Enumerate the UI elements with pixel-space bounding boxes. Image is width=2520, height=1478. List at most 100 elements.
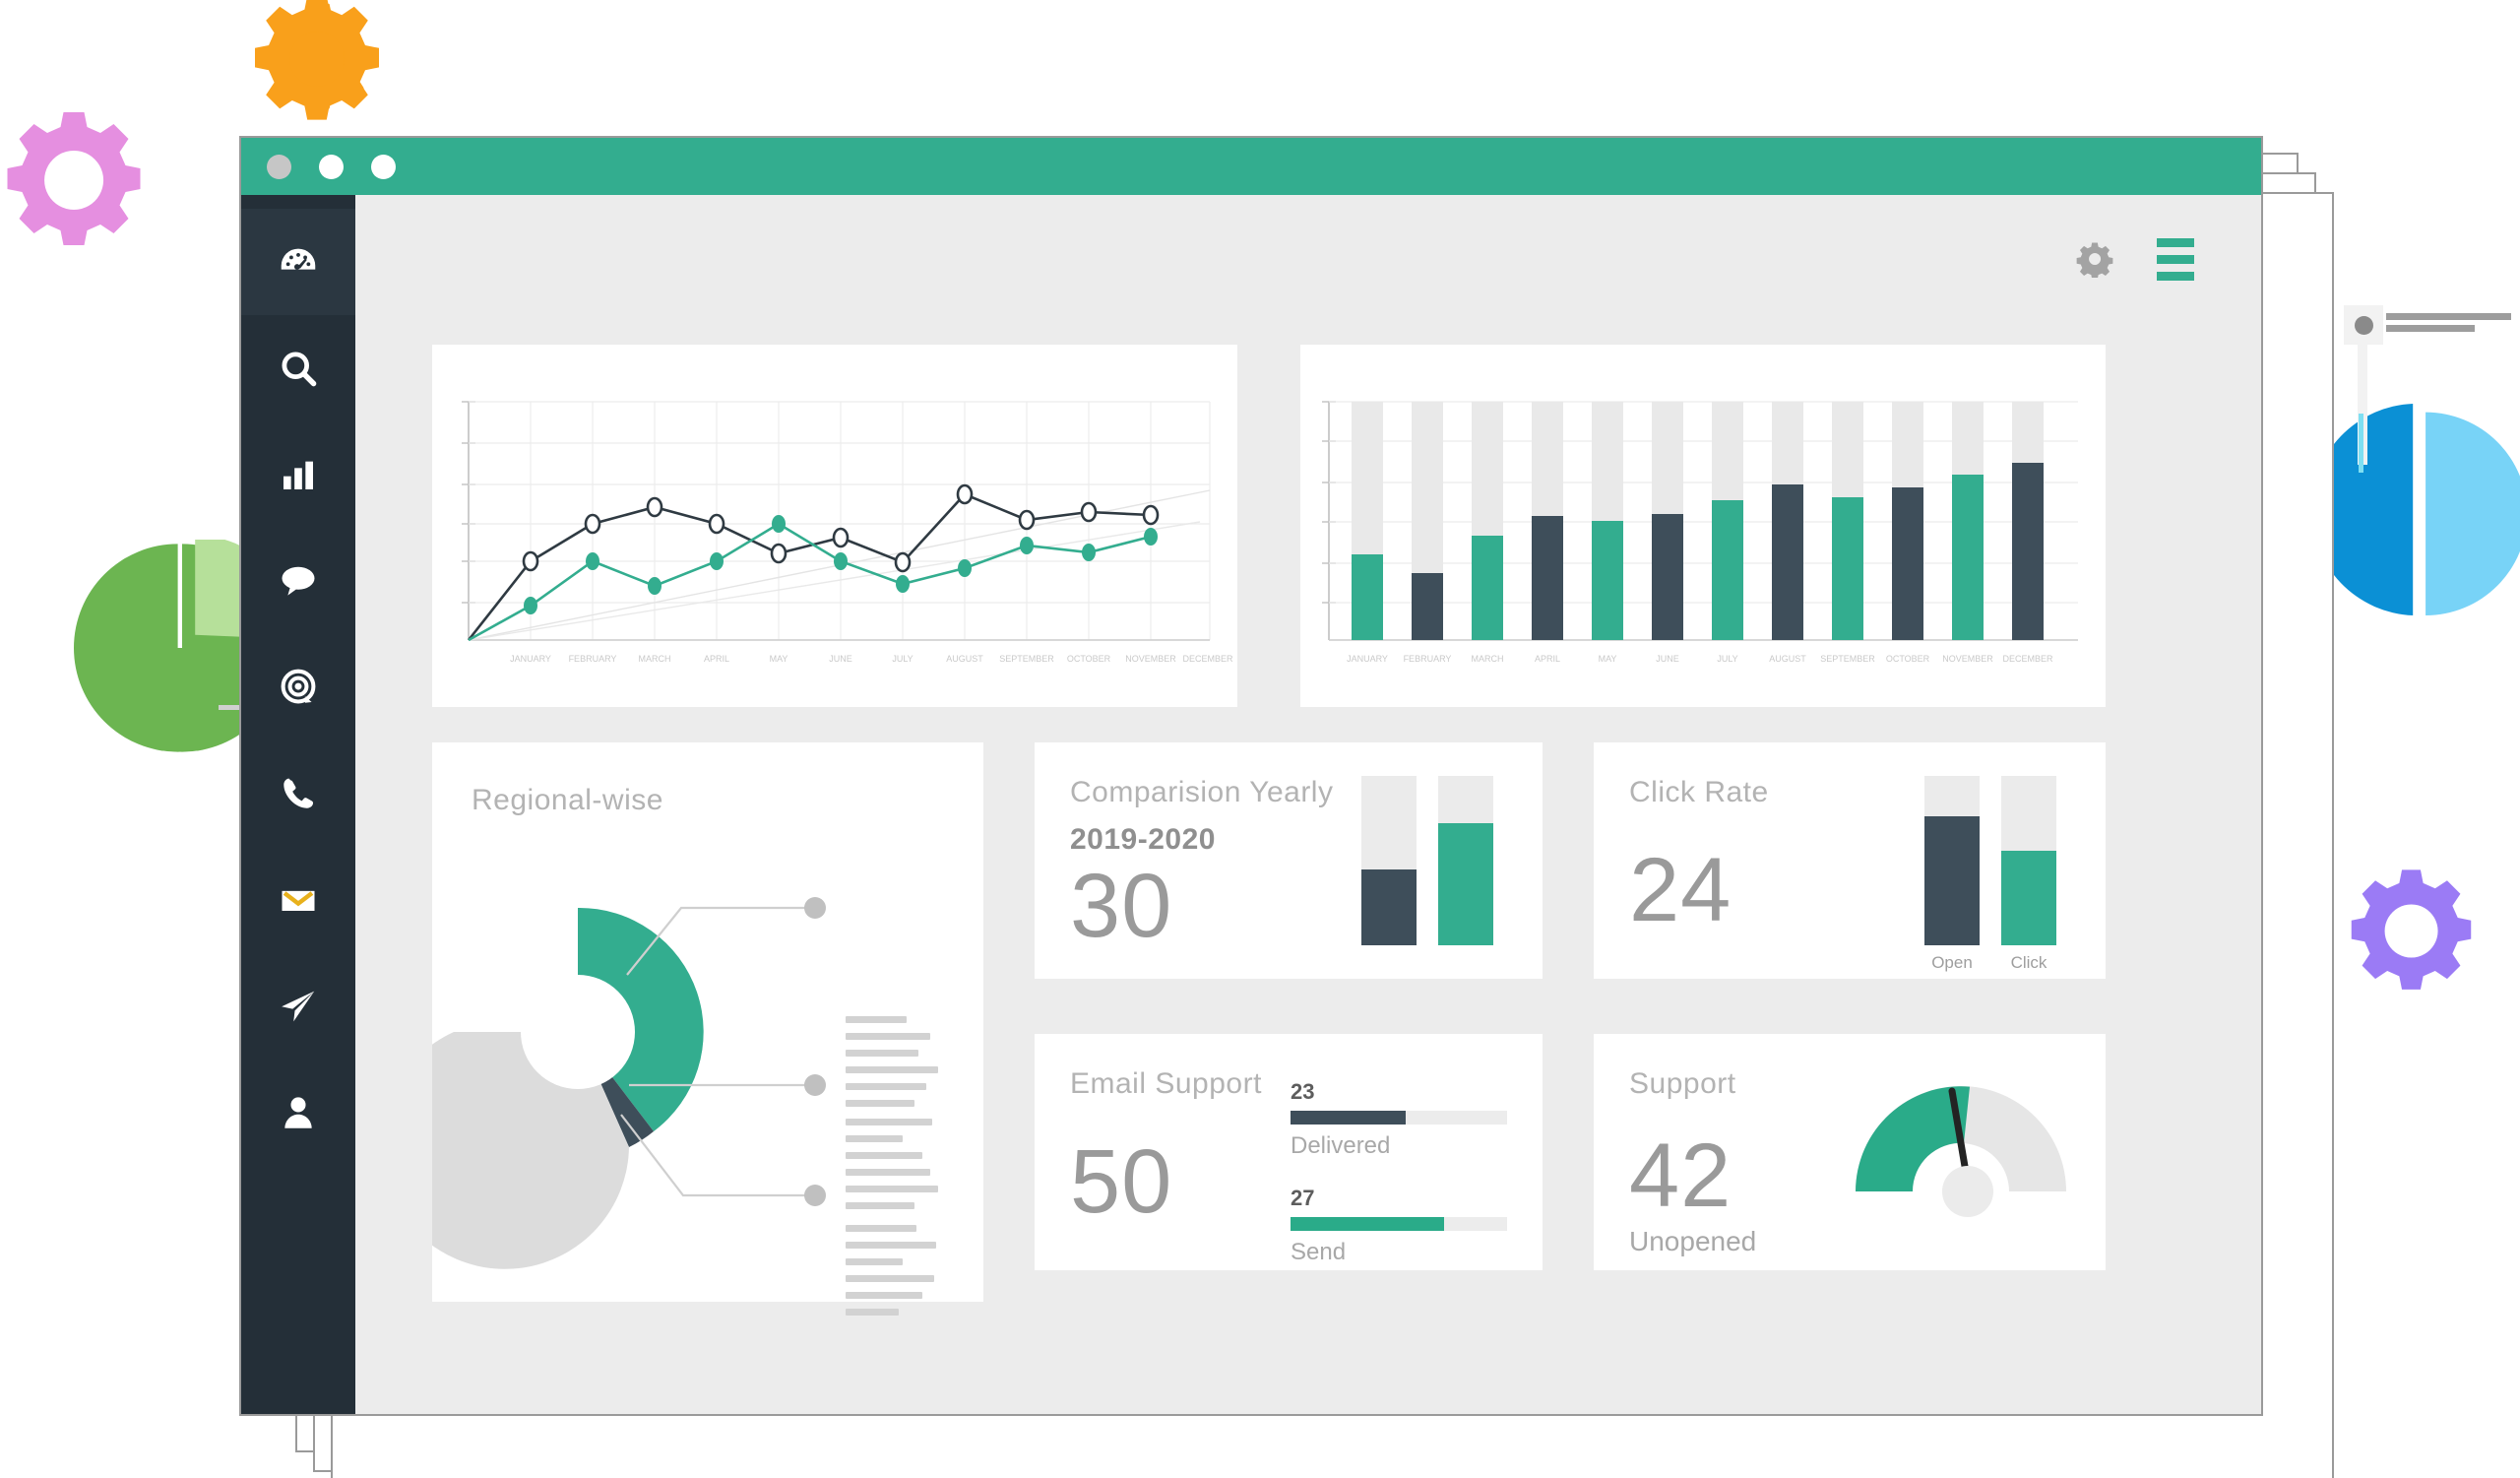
search-icon <box>282 352 317 387</box>
gear-icon[interactable] <box>2076 240 2113 278</box>
line-x-label-5: JUNE <box>829 654 852 664</box>
bar-x-label-3: APRIL <box>1535 654 1560 664</box>
bar-x-label-7: AUGUST <box>1769 654 1806 664</box>
email-send-fill <box>1291 1217 1445 1231</box>
legend-line <box>846 1169 930 1176</box>
sidebar-item-analytics[interactable] <box>241 421 355 528</box>
sidebar-item-messages[interactable] <box>241 528 355 634</box>
line-x-label-11: DECEMBER <box>1182 654 1233 664</box>
sidebar-item-mail[interactable] <box>241 847 355 953</box>
legend-line <box>846 1225 916 1232</box>
illustration-stage: JANUARY FEBRUARY MARCH APRIL MAY JUNE JU… <box>0 0 2520 1478</box>
right-pin-label-line-1 <box>2386 313 2511 320</box>
comparison-yearly-card: Comparision Yearly 2019-2020 30 <box>1035 742 1543 979</box>
envelope-icon <box>282 890 315 911</box>
sidebar-item-campaigns[interactable] <box>241 634 355 740</box>
line-x-label-0: JANUARY <box>510 654 551 664</box>
window-dot-minimize[interactable] <box>319 154 344 179</box>
card-title-email-support: Email Support <box>1070 1067 1262 1100</box>
click-rate-bar-click-fill <box>2001 850 2056 945</box>
chat-bubble-icon <box>282 566 315 596</box>
click-rate-bar-open <box>1924 776 1980 945</box>
bar-x-label-8: SEPTEMBER <box>1820 654 1875 664</box>
click-rate-bar-click <box>2001 776 2056 945</box>
sidebar-item-search[interactable] <box>241 315 355 421</box>
bar-x-label-6: JULY <box>1717 654 1737 664</box>
legend-line <box>846 1242 936 1249</box>
legend-line <box>846 1275 934 1282</box>
right-pin-dot <box>2355 316 2373 335</box>
comparison-bar-2019-fill <box>1361 868 1417 945</box>
line-x-label-2: MARCH <box>639 654 671 664</box>
line-x-label-1: FEBRUARY <box>569 654 617 664</box>
line-x-label-10: NOVEMBER <box>1125 654 1176 664</box>
sidebar-nav <box>241 195 355 1414</box>
bar-chart: JANUARY FEBRUARY MARCH APRIL MAY JUNE JU… <box>1322 401 2078 664</box>
email-delivered-track <box>1291 1111 1507 1125</box>
bar-chart-icon <box>284 461 313 489</box>
top-toolbar <box>399 195 2218 323</box>
support-label: Unopened <box>1629 1225 1757 1256</box>
legend-line <box>846 1119 932 1125</box>
legend-line <box>846 1050 918 1057</box>
sidebar-item-send[interactable] <box>241 953 355 1060</box>
support-value: 42 <box>1629 1125 1732 1226</box>
card-title-comparison: Comparision Yearly <box>1070 776 1334 808</box>
purple-gear <box>2351 869 2472 990</box>
hamburger-menu-icon[interactable] <box>2157 237 2194 281</box>
legend-line <box>846 1258 903 1265</box>
comparison-bar-2019 <box>1361 776 1417 945</box>
pink-gear <box>7 112 141 245</box>
window-dot-maximize[interactable] <box>371 154 396 179</box>
phone-icon <box>284 778 314 808</box>
support-card: Support 42 Unopened <box>1594 1034 2106 1270</box>
line-chart: JANUARY FEBRUARY MARCH APRIL MAY JUNE JU… <box>462 401 1233 664</box>
bar-x-label-5: JUNE <box>1656 654 1679 664</box>
comparison-bar-2020 <box>1438 776 1493 945</box>
email-support-card: Email Support 50 23 Delivered 27 Send <box>1035 1034 1543 1270</box>
bar-x-label-10: NOVEMBER <box>1942 654 1993 664</box>
paper-plane-icon <box>282 991 315 1022</box>
regional-wise-card: Regional-wise <box>432 742 983 1316</box>
email-support-progress-group: 23 Delivered 27 Send <box>1291 1079 1507 1292</box>
bar-x-label-1: FEBRUARY <box>1404 654 1452 664</box>
browser-window: JANUARY FEBRUARY MARCH APRIL MAY JUNE JU… <box>239 136 2263 1416</box>
comparison-mini-bars <box>1361 776 1493 945</box>
click-rate-mini-bars: Open Click <box>1924 776 2056 973</box>
email-support-value: 50 <box>1070 1131 1173 1232</box>
sidebar-item-account[interactable] <box>241 1060 355 1166</box>
bar-chart-card: JANUARY FEBRUARY MARCH APRIL MAY JUNE JU… <box>1300 345 2106 707</box>
right-pin-inner-stem <box>2359 414 2363 473</box>
hamburger-bar-1 <box>2157 237 2194 247</box>
email-delivered-label: Delivered <box>1291 1132 1391 1159</box>
card-title-click-rate: Click Rate <box>1629 776 1769 808</box>
comparison-value: 30 <box>1070 856 1173 956</box>
comparison-period: 2019-2020 <box>1070 823 1216 856</box>
orange-gear-shape <box>255 0 379 120</box>
legend-line <box>846 1202 914 1209</box>
line-x-label-4: MAY <box>770 654 788 664</box>
main-content: JANUARY FEBRUARY MARCH APRIL MAY JUNE JU… <box>355 195 2261 1414</box>
window-dot-close[interactable] <box>267 154 291 179</box>
legend-line <box>846 1100 914 1107</box>
line-x-label-9: OCTOBER <box>1067 654 1111 664</box>
email-delivered-value: 23 <box>1291 1079 1315 1104</box>
card-title-support: Support <box>1629 1067 1736 1100</box>
window-titlebar <box>241 138 2261 195</box>
legend-line <box>846 1152 922 1159</box>
email-progress-delivered: 23 Delivered <box>1291 1079 1507 1160</box>
sidebar-item-calls[interactable] <box>241 740 355 847</box>
hamburger-bar-3 <box>2157 271 2194 281</box>
legend-line <box>846 1309 899 1316</box>
click-rate-label-click: Click <box>2010 953 2048 972</box>
bar-x-label-2: MARCH <box>1472 654 1504 664</box>
sidebar-item-dashboard[interactable] <box>241 209 355 315</box>
donut-legend-block-1 <box>846 1016 944 1117</box>
email-send-value: 27 <box>1291 1186 1315 1210</box>
line-x-label-7: AUGUST <box>946 654 983 664</box>
dashboard-gauge-icon <box>281 248 316 270</box>
bar-x-label-9: OCTOBER <box>1886 654 1930 664</box>
line-x-label-3: APRIL <box>704 654 729 664</box>
legend-line <box>846 1292 922 1299</box>
gauge-hub <box>1942 1166 1993 1217</box>
